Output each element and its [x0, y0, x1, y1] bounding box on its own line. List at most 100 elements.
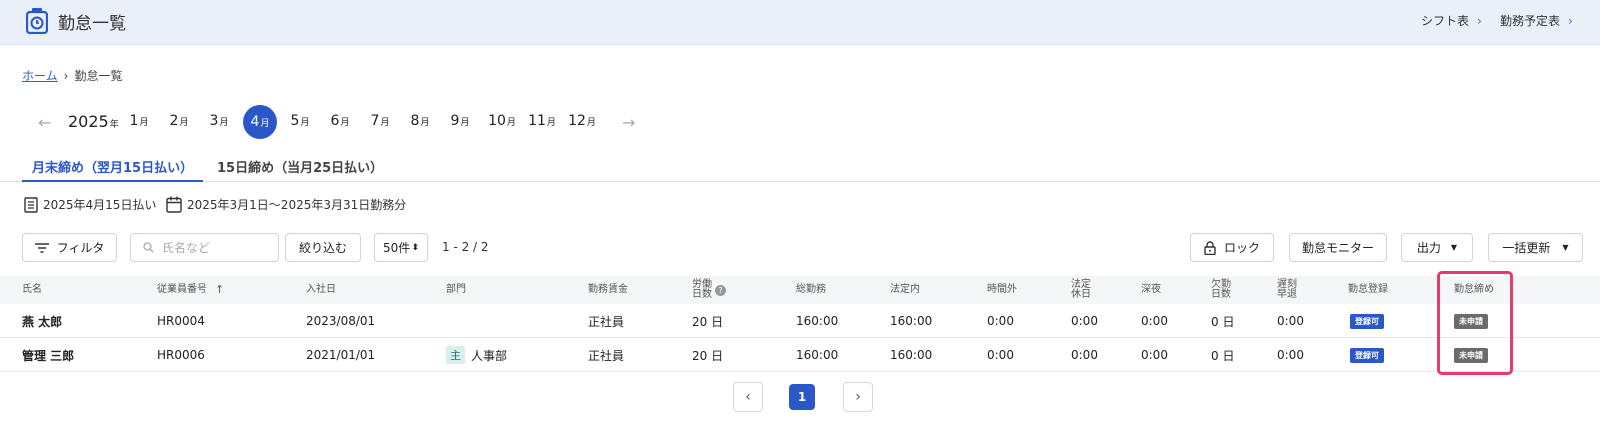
breadcrumb-current: 勤怠一覧	[74, 69, 123, 83]
breadcrumb-home-link[interactable]: ホーム	[22, 69, 58, 83]
top-header: 勤怠一覧 シフト表 › 勤務予定表 ›	[0, 0, 1600, 45]
year-value: 2025	[68, 112, 109, 131]
table-header: 氏名 従業員番号 ↑ 入社日 部門 勤務賃金 労働 日数? 総勤務 法定内 時間外 …	[0, 276, 1600, 304]
attendance-monitor-button[interactable]: 勤怠モニター	[1289, 233, 1387, 262]
month-1[interactable]: 1月	[122, 113, 156, 129]
prev-page-button[interactable]: ‹	[733, 382, 763, 412]
chevron-right-icon: ›	[1477, 14, 1482, 28]
year-label: 2025年	[68, 112, 119, 131]
month-8[interactable]: 8月	[403, 113, 437, 129]
col-legal-holiday[interactable]: 法定 休日	[1071, 276, 1091, 304]
page-title: 勤怠一覧	[58, 14, 126, 34]
chevron-right-icon: ›	[1568, 14, 1573, 28]
col-workdays-line2: 日数	[692, 289, 712, 300]
col-wage[interactable]: 勤務賃金	[588, 276, 628, 304]
col-legal-hours[interactable]: 法定内	[890, 276, 920, 304]
cell-total-work: 160:00	[796, 314, 839, 328]
month-suffix: 月	[380, 118, 390, 128]
search-input[interactable]	[162, 240, 272, 255]
cell-legal-hours: 160:00	[890, 314, 933, 328]
month-5[interactable]: 5月	[283, 113, 317, 129]
month-suffix: 月	[506, 118, 516, 128]
col-name[interactable]: 氏名	[22, 276, 42, 304]
month-number: 8	[410, 113, 420, 129]
month-2[interactable]: 2月	[162, 113, 196, 129]
col-registration[interactable]: 勤怠登録	[1348, 276, 1388, 304]
month-6[interactable]: 6月	[323, 113, 357, 129]
per-page-select[interactable]: 50件 ⬍	[374, 233, 428, 262]
month-number: 7	[370, 113, 380, 129]
col-workdays-label: 労働 日数	[692, 280, 712, 300]
col-late-early[interactable]: 遅刻 早退	[1277, 276, 1297, 304]
tab-month-end[interactable]: 月末締め（翌月15日払い）	[22, 157, 204, 182]
breadcrumb: ホーム › 勤怠一覧	[22, 67, 122, 84]
cell-night: 0:00	[1141, 348, 1168, 362]
col-late-early-label: 遅刻 早退	[1277, 280, 1297, 300]
month-10[interactable]: 10月	[485, 113, 519, 129]
timer-icon	[26, 8, 48, 34]
select-updown-icon: ⬍	[411, 242, 419, 253]
result-count: 1 - 2 / 2	[442, 240, 489, 254]
month-number: 4	[250, 114, 260, 130]
next-arrow-icon[interactable]: →	[622, 113, 635, 132]
col-employee-number[interactable]: 従業員番号 ↑	[157, 276, 224, 304]
month-9[interactable]: 9月	[443, 113, 477, 129]
month-suffix: 月	[546, 118, 556, 128]
work-schedule-label: 勤務予定表	[1500, 14, 1561, 28]
cell-late-early: 0:00	[1277, 314, 1304, 328]
col-night[interactable]: 深夜	[1141, 276, 1161, 304]
col-total-work[interactable]: 総勤務	[796, 276, 826, 304]
month-suffix: 月	[460, 118, 470, 128]
bulk-update-label: 一括更新	[1502, 241, 1551, 255]
cell-employee-number: HR0004	[157, 314, 205, 328]
month-number: 12	[568, 113, 586, 129]
year-suffix: 年	[109, 120, 119, 130]
payday-info: 2025年4月15日払い	[24, 196, 156, 213]
month-7[interactable]: 7月	[363, 113, 397, 129]
next-page-button[interactable]: ›	[843, 382, 873, 412]
month-suffix: 月	[260, 119, 270, 129]
cell-name[interactable]: 燕 太郎	[22, 304, 62, 338]
col-absent-days[interactable]: 欠勤 日数	[1211, 276, 1231, 304]
month-12[interactable]: 12月	[565, 113, 599, 129]
closing-tabs: 月末締め（翌月15日払い） 15日締め（当月25日払い）	[0, 155, 1600, 182]
month-suffix: 月	[340, 118, 350, 128]
tab-15th-closing[interactable]: 15日締め（当月25日払い）	[217, 157, 383, 182]
col-closing[interactable]: 勤怠締め	[1454, 276, 1494, 304]
narrow-button[interactable]: 絞り込む	[285, 233, 361, 262]
cell-legal-hours: 160:00	[890, 348, 933, 362]
breadcrumb-separator-icon: ›	[63, 69, 69, 83]
lock-button[interactable]: ロック	[1190, 233, 1274, 262]
month-number: 5	[290, 113, 300, 129]
month-suffix: 月	[420, 118, 430, 128]
cell-joined: 2021/01/01	[306, 348, 376, 362]
month-3[interactable]: 3月	[202, 113, 236, 129]
filter-button[interactable]: フィルタ	[22, 233, 117, 262]
search-box[interactable]	[130, 233, 279, 262]
bulk-update-button[interactable]: 一括更新 ▼	[1488, 233, 1583, 262]
month-11[interactable]: 11月	[525, 113, 559, 129]
work-range-info: 2025年3月1日〜2025年3月31日勤務分	[166, 196, 406, 213]
month-4-selected[interactable]: 4月	[243, 105, 277, 139]
col-department[interactable]: 部門	[446, 276, 466, 304]
prev-arrow-icon[interactable]: ←	[38, 113, 51, 132]
cell-wage: 正社員	[588, 314, 625, 329]
cell-registration: 登録可	[1350, 338, 1384, 372]
page-button-current[interactable]: 1	[789, 384, 815, 410]
table-row[interactable]: 燕 太郎 HR0004 2023/08/01 正社員 20 日 160:00 1…	[0, 304, 1600, 338]
cell-department: 主人事部	[446, 338, 507, 372]
table-row[interactable]: 管理 三郎 HR0006 2021/01/01 主人事部 正社員 20 日 16…	[0, 338, 1600, 372]
export-button[interactable]: 出力 ▼	[1401, 233, 1473, 262]
col-joined[interactable]: 入社日	[306, 276, 336, 304]
col-overtime[interactable]: 時間外	[987, 276, 1017, 304]
shift-table-link[interactable]: シフト表 ›	[1421, 12, 1482, 29]
filter-label: フィルタ	[56, 241, 105, 255]
cell-employee-number: HR0006	[157, 348, 205, 362]
col-workdays[interactable]: 労働 日数?	[692, 276, 726, 304]
cell-name[interactable]: 管理 三郎	[22, 338, 74, 372]
month-number: 9	[450, 113, 460, 129]
cell-legal-holiday: 0:00	[1071, 348, 1098, 362]
month-number: 10	[488, 113, 506, 129]
registration-status-badge: 登録可	[1350, 347, 1384, 363]
work-schedule-link[interactable]: 勤務予定表 ›	[1500, 12, 1573, 29]
